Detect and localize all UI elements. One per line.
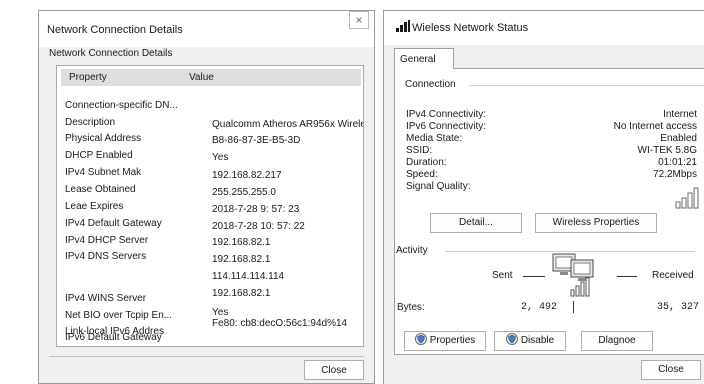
received-line — [617, 276, 637, 277]
info-label: IPv6 Connectivity: — [406, 121, 487, 132]
info-value: WI-TEK 5.8G — [637, 145, 697, 156]
row-label: IPv6 Default Gateway — [65, 332, 162, 343]
detail-button[interactable]: Detail... — [430, 213, 522, 233]
diagnose-button[interactable]: Dlagnoe — [581, 331, 653, 351]
tab-general-label: General — [400, 54, 436, 65]
info-label: IPv4 Connectivity: — [406, 109, 487, 120]
bytes-sent: 2, 492 — [521, 302, 558, 313]
left-titlebar: Network Connection Details × — [39, 11, 374, 47]
close-button[interactable]: Close — [641, 360, 701, 380]
activity-legend: Activity — [396, 245, 430, 256]
info-label: SSID: — [406, 145, 433, 156]
info-value: 01:01:21 — [658, 157, 697, 168]
row-value: 192.168.82.1 — [212, 254, 271, 265]
row-value: Fe80: cb8:decO:56c1:94d%14 — [212, 318, 348, 329]
wireless-properties-button[interactable]: Wireless Properties — [535, 213, 657, 233]
info-value: No Internet access — [613, 121, 697, 132]
row-label: Lease Obtained — [65, 184, 136, 195]
column-header-value[interactable]: Value — [189, 72, 214, 83]
info-value: 72.2Mbps — [653, 169, 697, 180]
row-label: Net BIO over Tcpip En... — [65, 310, 173, 321]
row-label: IPv4 Default Gateway — [65, 218, 162, 229]
bytes-divider — [573, 301, 574, 313]
row-value: 114.114.114.114 — [212, 271, 285, 282]
row-label: IPv4 WINS Server — [65, 293, 147, 304]
connection-legend: Connection — [405, 79, 458, 90]
signal-quality-icon — [675, 187, 699, 209]
list-header: Property Value — [61, 69, 361, 86]
row-value: B8-86-87-3E-B5-3D — [212, 135, 301, 146]
left-dialog-title: Network Connection Details — [47, 24, 183, 36]
connection-group-line — [469, 85, 704, 86]
sent-label: Sent — [492, 270, 513, 281]
row-value: 255.255.255.0 — [212, 187, 276, 198]
row-value: Yes — [212, 307, 229, 318]
row-label: Description — [65, 117, 116, 128]
details-group-title: Network Connection Details — [49, 48, 173, 59]
divider — [49, 356, 364, 357]
row-label: Physical Address — [65, 133, 142, 144]
wireless-network-status-dialog: Wieless Network Status General Connectio… — [383, 10, 704, 384]
properties-button[interactable]: Properties — [404, 331, 486, 351]
disable-button[interactable]: Disable — [494, 331, 566, 351]
tab-general[interactable]: General — [394, 48, 454, 69]
info-label: Duration: — [406, 157, 447, 168]
right-titlebar: Wieless Network Status — [384, 11, 704, 45]
signal-bars-icon — [396, 20, 410, 32]
row-label: IPv4 Subnet Mak — [65, 167, 142, 178]
received-label: Received — [652, 270, 694, 281]
general-panel: Connection IPv4 Connectivity: Internet I… — [394, 68, 704, 355]
shield-icon — [505, 333, 518, 345]
bytes-label: Bytes: — [397, 302, 425, 313]
bytes-received: 35, 327 — [657, 302, 700, 313]
properties-label: Properties — [429, 335, 476, 346]
row-label: Connection-specific DN... — [65, 100, 178, 111]
info-value: Enabled — [660, 133, 697, 144]
close-icon[interactable]: × — [349, 11, 369, 29]
details-list[interactable]: Property Value Connection-specific DN...… — [56, 65, 364, 347]
row-label: DHCP Enabled — [65, 150, 133, 161]
disable-label: Disable — [520, 335, 555, 346]
row-value: 192.168.82.1 — [212, 288, 271, 299]
row-value: 2018-7-28 9: 57: 23 — [212, 204, 300, 215]
sent-line — [523, 276, 545, 277]
row-value: 2018-7-28 10: 57: 22 — [212, 221, 305, 232]
network-connection-details-dialog: Network Connection Details × Network Con… — [38, 10, 375, 384]
row-value: Yes — [212, 152, 229, 163]
row-label: IPv4 DNS Servers — [65, 251, 147, 262]
column-header-property[interactable]: Property — [69, 72, 107, 83]
network-computers-icon — [552, 253, 594, 297]
close-button[interactable]: Close — [304, 360, 364, 380]
row-value: 192.168.82.217 — [212, 170, 282, 181]
row-label: IPv4 DHCP Server — [65, 235, 149, 246]
row-value: Qualcomm Atheros AR956x Wireles — [212, 119, 364, 130]
info-label: Media State: — [406, 133, 463, 144]
info-value: Internet — [663, 109, 697, 120]
row-value: 192.168.82.1 — [212, 237, 271, 248]
shield-icon — [414, 333, 427, 345]
info-label: Signal Quality: — [406, 181, 471, 192]
right-dialog-title: Wieless Network Status — [412, 22, 529, 34]
info-label: Speed: — [406, 169, 438, 180]
row-label: Leae Expires — [65, 201, 124, 212]
